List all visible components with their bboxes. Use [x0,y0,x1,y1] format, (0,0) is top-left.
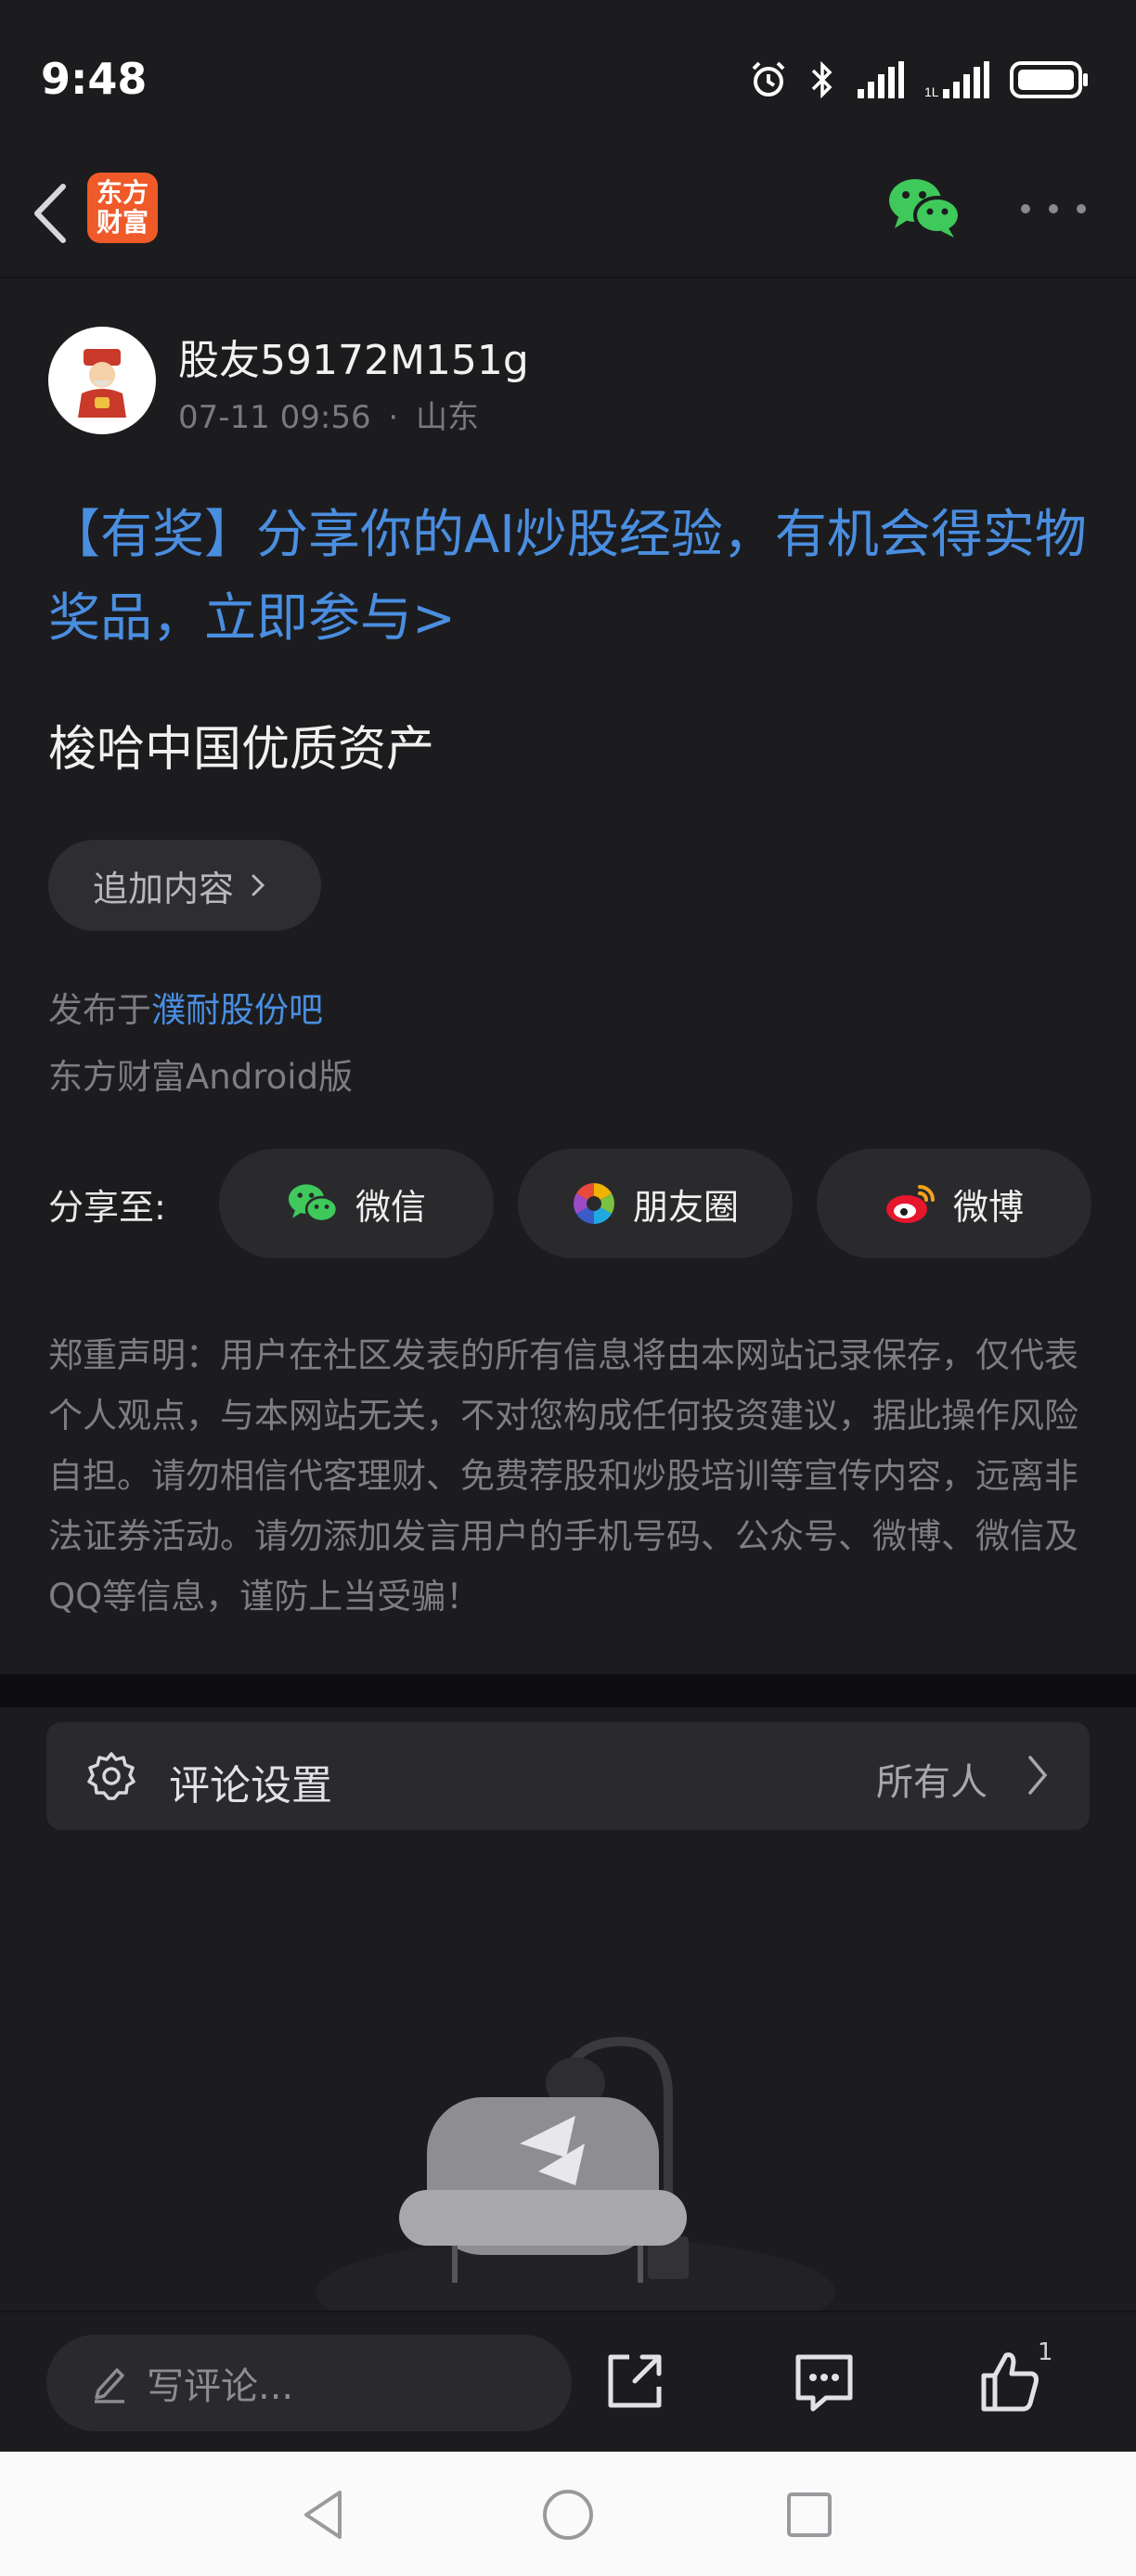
back-button[interactable] [22,176,78,251]
add-content-button[interactable]: 追加内容 [48,840,321,931]
chevron-left-icon [34,184,66,243]
forum-link[interactable]: 濮耐股份吧 [151,990,323,1030]
top-nav-bar: 东方 财富 [0,167,1136,278]
published-in: 发布于濮耐股份吧 [48,982,323,1032]
weibo-icon [885,1185,935,1223]
post-detail: 股友59172M151g 07-11 09:56 · 山东 【有奖】分享你的AI… [0,278,1136,1674]
add-content-label: 追加内容 [93,868,235,909]
empty-comments-illustration [316,2036,835,2311]
app-logo[interactable]: 东方 财富 [87,173,158,243]
promo-link[interactable]: 【有奖】分享你的AI炒股经验，有机会得实物奖品，立即参与> [48,494,1097,661]
system-nav-bar [0,2452,1136,2576]
battery-icon [1010,61,1088,98]
app-logo-line1: 东方 [96,177,148,208]
wechat-share-button[interactable] [887,174,962,239]
share-label: 分享至: [48,1187,166,1228]
gear-icon [87,1752,136,1800]
chevron-right-icon [252,874,265,896]
disclaimer: 郑重声明：用户在社区发表的所有信息将由本网站记录保存，仅代表个人观点，与本网站无… [48,1335,1078,1616]
post-body: 梭哈中国优质资产 [48,722,435,778]
thumbs-up-icon[interactable] [976,2348,1043,2415]
post-location: 山东 [416,399,480,436]
wechat-icon [288,1184,339,1223]
share-moments-label: 朋友圈 [632,1186,739,1228]
post-meta: 07-11 09:56 · 山东 [178,392,479,437]
like-count: 1 [1038,2338,1053,2366]
square-recent-icon[interactable] [781,2487,837,2543]
wechat-icon [889,179,962,238]
status-time: 9:48 [41,54,148,104]
share-weibo-label: 微博 [952,1186,1024,1228]
signal-icon [858,61,904,98]
bluetooth-icon [811,60,833,99]
author-name[interactable]: 股友59172M151g [178,327,529,386]
more-dots-icon [1021,204,1086,213]
circle-home-icon[interactable] [540,2487,596,2543]
comment-settings-row[interactable]: 评论设置 所有人 [46,1722,1090,1830]
publish-prefix: 发布于 [48,990,151,1030]
share-icon[interactable] [601,2348,668,2415]
more-button[interactable] [1021,186,1086,232]
comment-settings-label: 评论设置 [169,1762,332,1810]
share-weibo-button[interactable]: 微博 [817,1149,1091,1258]
section-divider [0,1674,1136,1707]
svg-text:1L: 1L [924,84,939,98]
share-wechat-button[interactable]: 微信 [219,1149,494,1258]
comment-settings-value: 所有人 [876,1761,988,1804]
app-logo-line2: 财富 [96,207,148,238]
status-bar: 9:48 1L [0,0,1136,167]
fortune-god-avatar-icon [58,336,147,425]
share-moments-button[interactable]: 朋友圈 [518,1149,793,1258]
meta-separator: · [388,399,399,436]
alarm-icon [752,61,785,97]
share-wechat-label: 微信 [355,1186,426,1228]
moments-icon [574,1183,614,1224]
bottom-action-bar: 写评论... 1 [0,2311,1136,2452]
comment-input[interactable]: 写评论... [46,2335,572,2431]
avatar[interactable] [48,327,156,434]
comment-icon[interactable] [791,2348,858,2415]
client-info: 东方财富Android版 [48,1057,354,1097]
comment-input-placeholder: 写评论... [147,2365,294,2408]
status-icons: 1L [748,59,1090,100]
chevron-right-icon [1028,1756,1048,1795]
triangle-back-icon[interactable] [297,2487,353,2543]
signal-icon: 1L [924,61,989,98]
post-date: 07-11 09:56 [178,399,371,436]
pencil-icon [95,2368,124,2403]
